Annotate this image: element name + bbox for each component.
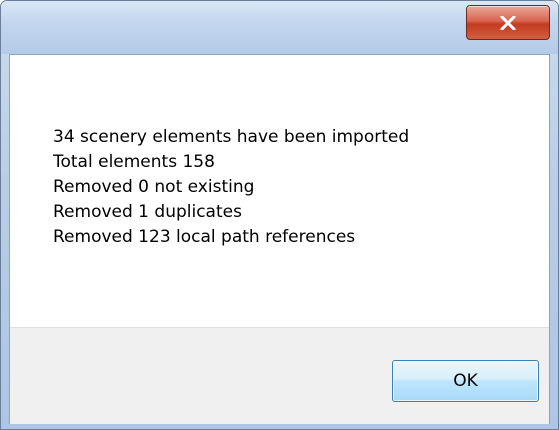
message-line-duplicates: Removed 1 duplicates: [53, 202, 242, 222]
close-button[interactable]: [466, 5, 550, 40]
dialog-content: 34 scenery elements have been imported T…: [9, 54, 550, 424]
message-dialog: 34 scenery elements have been imported T…: [0, 0, 559, 430]
close-icon: [500, 15, 516, 30]
ok-button[interactable]: OK: [392, 360, 539, 402]
title-bar[interactable]: [1, 1, 558, 54]
button-bar: OK: [10, 327, 549, 424]
message-line-not-existing: Removed 0 not existing: [53, 177, 255, 197]
message-line-imported: 34 scenery elements have been imported: [53, 127, 410, 147]
message-line-total: Total elements 158: [53, 152, 215, 172]
message-line-local-paths: Removed 123 local path references: [53, 227, 356, 247]
message-text: 34 scenery elements have been imported T…: [53, 125, 409, 250]
